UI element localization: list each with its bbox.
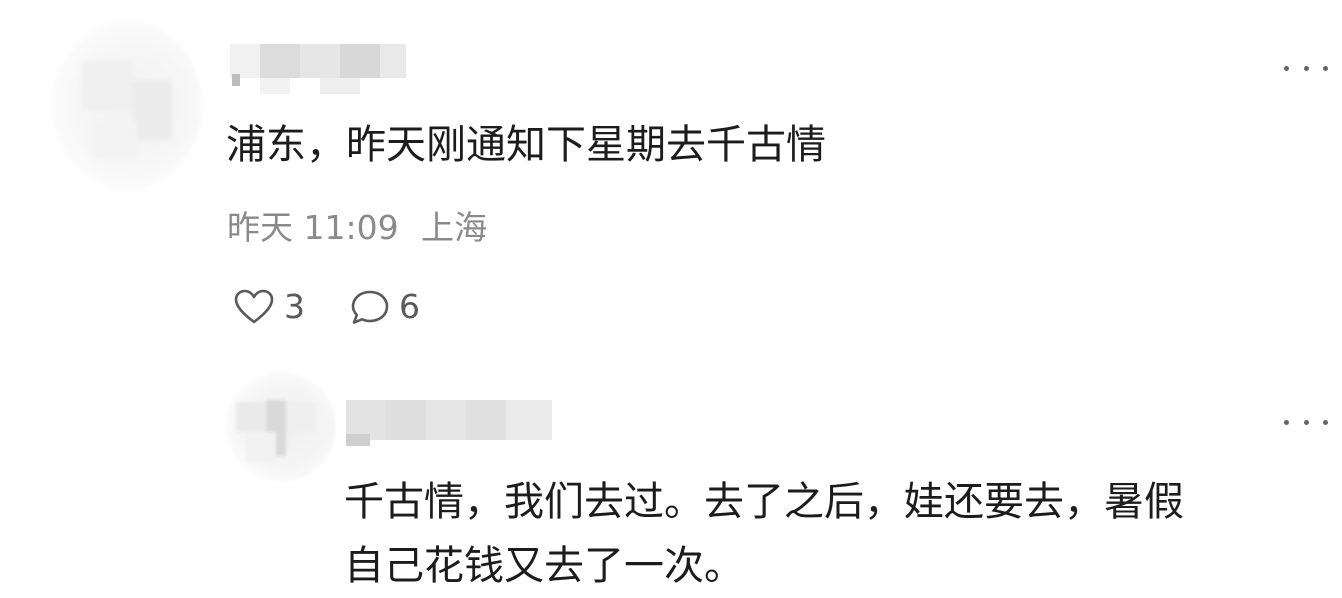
- more-dot: [1323, 419, 1328, 425]
- username-blurred[interactable]: [230, 44, 406, 94]
- comment-actions: 3 6: [232, 285, 420, 329]
- reply-text-line: 千古情，我们去过。去了之后，娃还要去，暑假: [344, 479, 1184, 525]
- comment-meta: 昨天 11:09 上海: [227, 206, 487, 250]
- comment-location: 上海: [421, 208, 488, 247]
- reply-text-line: 自己花钱又去了一次。: [344, 543, 744, 589]
- comment-text: 浦东，昨天刚通知下星期去千古情: [226, 122, 826, 168]
- more-dot: [1284, 65, 1289, 71]
- more-dot: [1323, 65, 1328, 71]
- avatar[interactable]: [226, 372, 336, 482]
- more-dot: [1303, 419, 1309, 425]
- heart-outline-icon: [232, 287, 276, 327]
- speech-bubble-icon: [349, 287, 391, 327]
- more-options-button[interactable]: [1284, 58, 1328, 78]
- reply-text: 千古情，我们去过。去了之后，娃还要去，暑假 自己花钱又去了一次。: [344, 470, 1324, 598]
- more-dot: [1303, 65, 1309, 71]
- comment-timestamp: 昨天 11:09: [227, 208, 399, 247]
- reply-button[interactable]: 6: [349, 287, 420, 327]
- username-blurred[interactable]: [346, 398, 556, 448]
- like-button[interactable]: 3: [232, 287, 305, 327]
- like-count: 3: [284, 287, 305, 326]
- more-options-button[interactable]: [1284, 412, 1328, 432]
- avatar[interactable]: [52, 20, 202, 190]
- reply-count: 6: [399, 287, 420, 326]
- more-dot: [1284, 419, 1289, 425]
